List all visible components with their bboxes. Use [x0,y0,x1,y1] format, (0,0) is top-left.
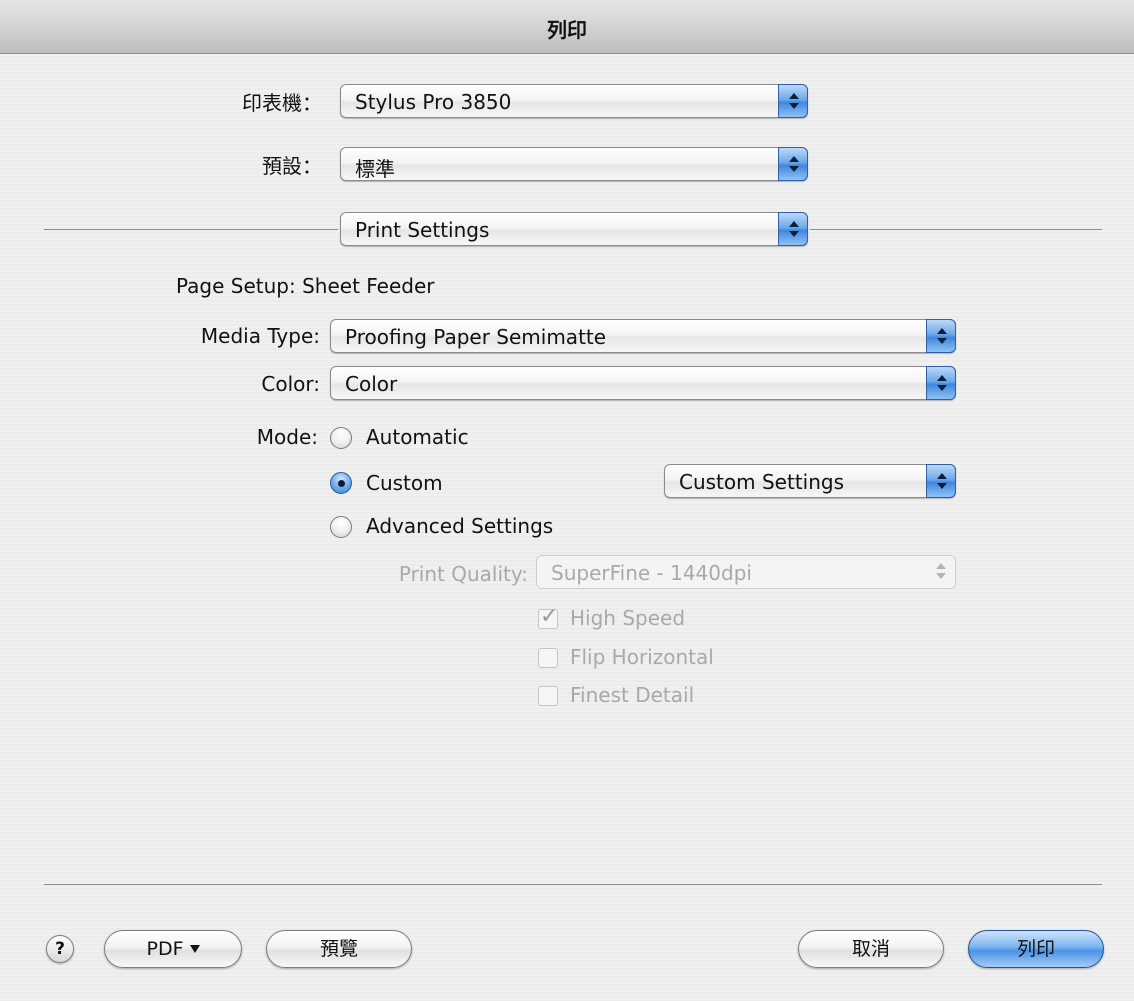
printer-popup[interactable]: Stylus Pro 3850 [340,84,808,118]
finest-detail-label: Finest Detail [570,683,695,707]
printer-value: Stylus Pro 3850 [355,90,512,114]
page-setup-label: Page Setup: [176,274,296,298]
printer-label: 印表機： [242,91,322,115]
page-setup-row: Page Setup: Sheet Feeder [176,271,435,301]
presets-popup[interactable]: 標準 [340,147,808,181]
flip-horizontal-checkbox[interactable] [538,648,558,668]
popup-arrows-icon [778,147,808,181]
color-label: Color: [261,372,320,396]
mode-advanced-label: Advanced Settings [366,514,554,538]
popup-arrows-icon [926,366,956,400]
presets-label: 預設： [262,154,322,178]
print-button[interactable]: 列印 [968,930,1104,968]
popup-arrows-icon [778,84,808,118]
print-quality-popup[interactable]: SuperFine - 1440dpi [536,555,956,589]
mode-advanced-radio[interactable] [330,516,352,538]
print-quality-label: Print Quality: [398,562,528,586]
page-setup-value: Sheet Feeder [302,274,435,298]
pdf-label: PDF [146,938,184,960]
color-value: Color [345,372,398,396]
custom-settings-popup[interactable]: Custom Settings [664,464,956,498]
media-type-label: Media Type: [200,324,320,348]
presets-value: 標準 [355,157,395,181]
color-popup[interactable]: Color [330,366,956,400]
custom-settings-value: Custom Settings [679,470,845,494]
print-dialog: 列印 印表機： Stylus Pro 3850 預設： 標準 Print Set… [0,0,1134,1001]
mode-label: Mode: [256,425,318,449]
high-speed-checkbox[interactable]: ✓ [538,604,558,629]
footer-divider [44,884,1102,885]
finest-detail-checkbox[interactable] [538,686,558,706]
pdf-button[interactable]: PDF [104,930,242,968]
preview-button[interactable]: 預覽 [266,930,412,968]
popup-arrows-icon [778,212,808,246]
window-title: 列印 [547,18,587,42]
divider-left [44,229,338,230]
popup-arrows-icon [926,555,956,589]
media-type-popup[interactable]: Proofing Paper Semimatte [330,319,956,353]
title-bar: 列印 [0,0,1134,54]
flip-horizontal-label: Flip Horizontal [570,645,714,669]
mode-automatic-label: Automatic [366,425,469,449]
popup-arrows-icon [926,464,956,498]
mode-custom-label: Custom [366,471,443,495]
panel-value: Print Settings [355,218,490,242]
divider-right [810,229,1102,230]
cancel-button[interactable]: 取消 [798,930,944,968]
popup-arrows-icon [926,319,956,353]
dropdown-triangle-icon [189,945,200,953]
high-speed-label: High Speed [570,606,686,630]
panel-popup[interactable]: Print Settings [340,212,808,246]
checkmark-icon: ✓ [540,604,559,629]
media-type-value: Proofing Paper Semimatte [345,325,607,349]
mode-automatic-radio[interactable] [330,427,352,449]
print-quality-value: SuperFine - 1440dpi [551,561,752,585]
help-button[interactable]: ? [46,935,74,963]
mode-custom-radio[interactable] [330,472,352,494]
